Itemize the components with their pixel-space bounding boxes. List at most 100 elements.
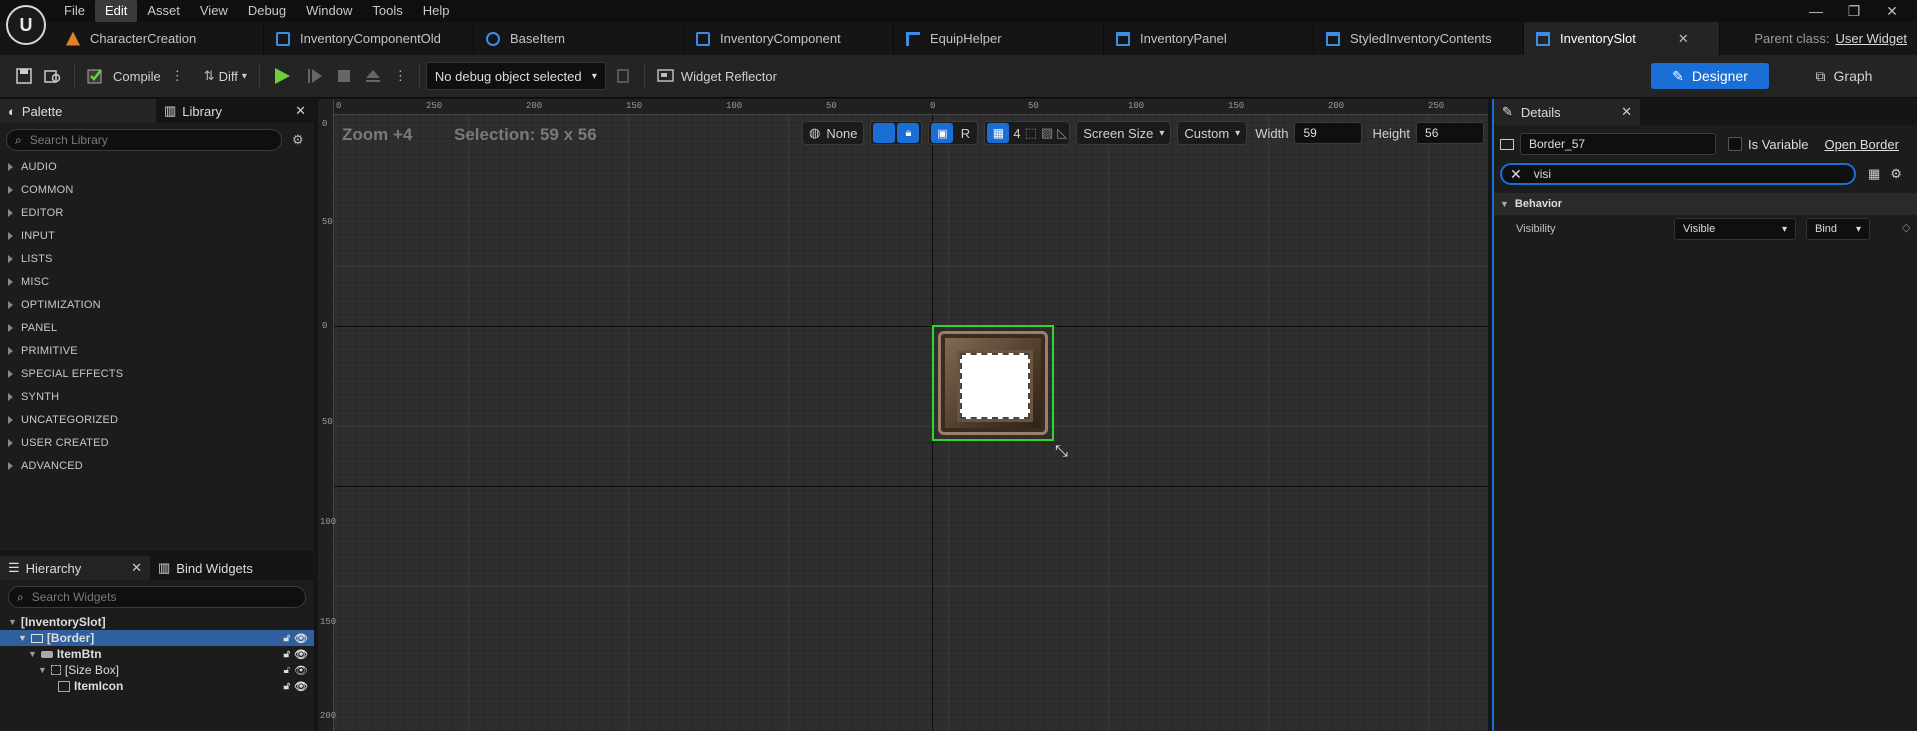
tab-charactercreation[interactable]: CharacterCreation xyxy=(54,22,264,55)
tree-row-itemicon[interactable]: ItemIcon 🔓︎ 👁︎ xyxy=(0,678,314,694)
step-button[interactable] xyxy=(300,62,330,90)
category-editor[interactable]: EDITOR xyxy=(0,201,314,224)
tree-row-inventoryslot[interactable]: ▼ [InventorySlot] xyxy=(0,614,314,630)
tab-details[interactable]: ✎ Details ✕ xyxy=(1494,99,1640,125)
debug-filter-icon[interactable] xyxy=(610,62,638,90)
debug-object-select[interactable]: No debug object selected ▾ xyxy=(425,62,606,90)
close-hierarchy-icon[interactable]: ✕ xyxy=(131,560,142,576)
compile-button[interactable]: Compile ⋮ xyxy=(81,62,190,90)
tab-hierarchy[interactable]: ☰ Hierarchy ✕ xyxy=(0,556,150,580)
lock-icon[interactable]: 🔒︎ xyxy=(897,123,920,143)
play-options-icon[interactable]: ⋮ xyxy=(388,62,413,90)
category-special-effects[interactable]: SPECIAL EFFECTS xyxy=(0,362,314,385)
category-user-created[interactable]: USER CREATED xyxy=(0,431,314,454)
tab-bind-widgets[interactable]: ▥ Bind Widgets xyxy=(150,556,300,580)
grid-snap-icon[interactable]: ▦ xyxy=(987,123,1010,143)
widget-search-input[interactable]: ⌕ Search Widgets xyxy=(8,586,306,608)
eye-icon[interactable]: 👁︎ xyxy=(294,680,308,693)
play-button[interactable] xyxy=(266,62,300,90)
lock-icon[interactable]: 🔓︎ xyxy=(284,665,290,676)
menu-asset[interactable]: Asset xyxy=(137,0,190,22)
category-common[interactable]: COMMON xyxy=(0,178,314,201)
tab-inventorycomponentold[interactable]: InventoryComponentOld xyxy=(264,22,474,55)
localization-preview-button[interactable]: ◍ None xyxy=(802,121,865,145)
category-optimization[interactable]: OPTIMIZATION xyxy=(0,293,314,316)
eject-button[interactable] xyxy=(358,62,388,90)
tab-styledinventorycontents[interactable]: StyledInventoryContents xyxy=(1314,22,1524,55)
behavior-section-header[interactable]: ▼ Behavior xyxy=(1494,193,1917,215)
tab-palette[interactable]: ◐ Palette xyxy=(0,99,156,123)
tab-equiphelper[interactable]: EquipHelper xyxy=(894,22,1104,55)
menu-tools[interactable]: Tools xyxy=(362,0,412,22)
menu-window[interactable]: Window xyxy=(296,0,362,22)
background-image-icon[interactable]: ▨ xyxy=(1041,125,1053,141)
category-input[interactable]: INPUT xyxy=(0,224,314,247)
lock-icon[interactable]: 🔓︎ xyxy=(284,633,290,644)
settings-gear-icon[interactable]: ⚙ xyxy=(1890,166,1902,182)
category-uncategorized[interactable]: UNCATEGORIZED xyxy=(0,408,314,431)
category-advanced[interactable]: ADVANCED xyxy=(0,454,314,477)
visibility-select[interactable]: Visible ▾ xyxy=(1674,218,1796,240)
layout-icon[interactable]: ▣ xyxy=(931,123,954,143)
library-search-input[interactable]: ⌕ Search Library xyxy=(6,129,282,151)
resize-handle-icon[interactable]: ⤡ xyxy=(1055,443,1068,461)
stop-button[interactable] xyxy=(330,62,358,90)
respect-locks-toggle[interactable]: R xyxy=(955,126,975,141)
keyframe-diamond-icon[interactable]: ◇ xyxy=(1902,221,1910,234)
tab-baseitem[interactable]: BaseItem xyxy=(474,22,684,55)
ruler-icon[interactable]: ◺ xyxy=(1057,125,1067,141)
minimize-button[interactable]: — xyxy=(1797,0,1835,22)
category-primitive[interactable]: PRIMITIVE xyxy=(0,339,314,362)
details-search-input[interactable]: ✕ visi xyxy=(1500,163,1856,185)
lock-icon[interactable]: 🔓︎ xyxy=(284,649,290,660)
open-border-link[interactable]: Open Border xyxy=(1824,137,1898,152)
tab-inventorycomponent[interactable]: InventoryComponent xyxy=(684,22,894,55)
browse-icon[interactable] xyxy=(38,62,68,90)
property-matrix-icon[interactable]: ▦ xyxy=(1868,166,1880,182)
height-field[interactable]: 56 xyxy=(1416,122,1485,144)
grid-snap-value[interactable]: 4 xyxy=(1013,126,1020,141)
is-variable-checkbox[interactable] xyxy=(1728,137,1742,151)
designer-canvas[interactable]: ⤡ xyxy=(318,99,1488,731)
eye-icon[interactable]: 👁︎ xyxy=(294,632,308,645)
selected-border-widget[interactable] xyxy=(932,325,1054,441)
settings-gear-icon[interactable]: ⚙ xyxy=(292,132,304,148)
tree-row-border[interactable]: ▼ [Border] 🔓︎ 👁︎ xyxy=(0,630,314,646)
clear-search-icon[interactable]: ✕ xyxy=(1510,166,1522,183)
close-palette-icon[interactable]: ✕ xyxy=(295,103,306,119)
graph-mode-button[interactable]: ⧉ Graph xyxy=(1799,63,1889,89)
category-audio[interactable]: AUDIO xyxy=(0,155,314,178)
menu-file[interactable]: File xyxy=(54,0,95,22)
bind-button[interactable]: Bind ▾ xyxy=(1806,218,1870,240)
parent-class-link[interactable]: User Widget xyxy=(1835,31,1907,46)
eye-icon[interactable]: 👁︎ xyxy=(294,648,308,661)
category-synth[interactable]: SYNTH xyxy=(0,385,314,408)
pointer-icon[interactable]: ⬚ xyxy=(1025,125,1037,141)
menu-view[interactable]: View xyxy=(190,0,238,22)
menu-edit[interactable]: Edit xyxy=(94,0,138,22)
screen-size-select[interactable]: Screen Size ▾ xyxy=(1076,121,1172,145)
widget-reflector-button[interactable]: Widget Reflector xyxy=(651,62,783,90)
menu-help[interactable]: Help xyxy=(413,0,460,22)
save-icon[interactable] xyxy=(10,62,38,90)
tab-library[interactable]: ▥ Library xyxy=(156,99,292,123)
close-tab-icon[interactable]: ✕ xyxy=(1678,31,1689,47)
tree-row-itembtn[interactable]: ▼ ItemBtn 🔓︎ 👁︎ xyxy=(0,646,314,662)
tree-row-sizebox[interactable]: ▼ [Size Box] 🔓︎ 👁︎ xyxy=(0,662,314,678)
unreal-logo-icon[interactable]: U xyxy=(6,5,46,45)
restore-button[interactable]: ❐ xyxy=(1835,0,1873,22)
designer-mode-button[interactable]: ✎ Designer xyxy=(1651,63,1769,89)
select-mode-icon[interactable] xyxy=(873,123,896,143)
tab-inventoryslot[interactable]: InventorySlot ✕ xyxy=(1524,22,1720,55)
category-panel[interactable]: PANEL xyxy=(0,316,314,339)
tab-inventorypanel[interactable]: InventoryPanel xyxy=(1104,22,1314,55)
category-lists[interactable]: LISTS xyxy=(0,247,314,270)
compile-options-icon[interactable]: ⋮ xyxy=(171,68,184,84)
width-field[interactable]: 59 xyxy=(1294,122,1363,144)
size-mode-select[interactable]: Custom ▾ xyxy=(1177,121,1248,145)
widget-name-input[interactable]: Border_57 xyxy=(1520,133,1716,155)
eye-icon[interactable]: 👁︎ xyxy=(294,664,308,677)
lock-icon[interactable]: 🔓︎ xyxy=(284,681,290,692)
category-misc[interactable]: MISC xyxy=(0,270,314,293)
menu-debug[interactable]: Debug xyxy=(238,0,296,22)
